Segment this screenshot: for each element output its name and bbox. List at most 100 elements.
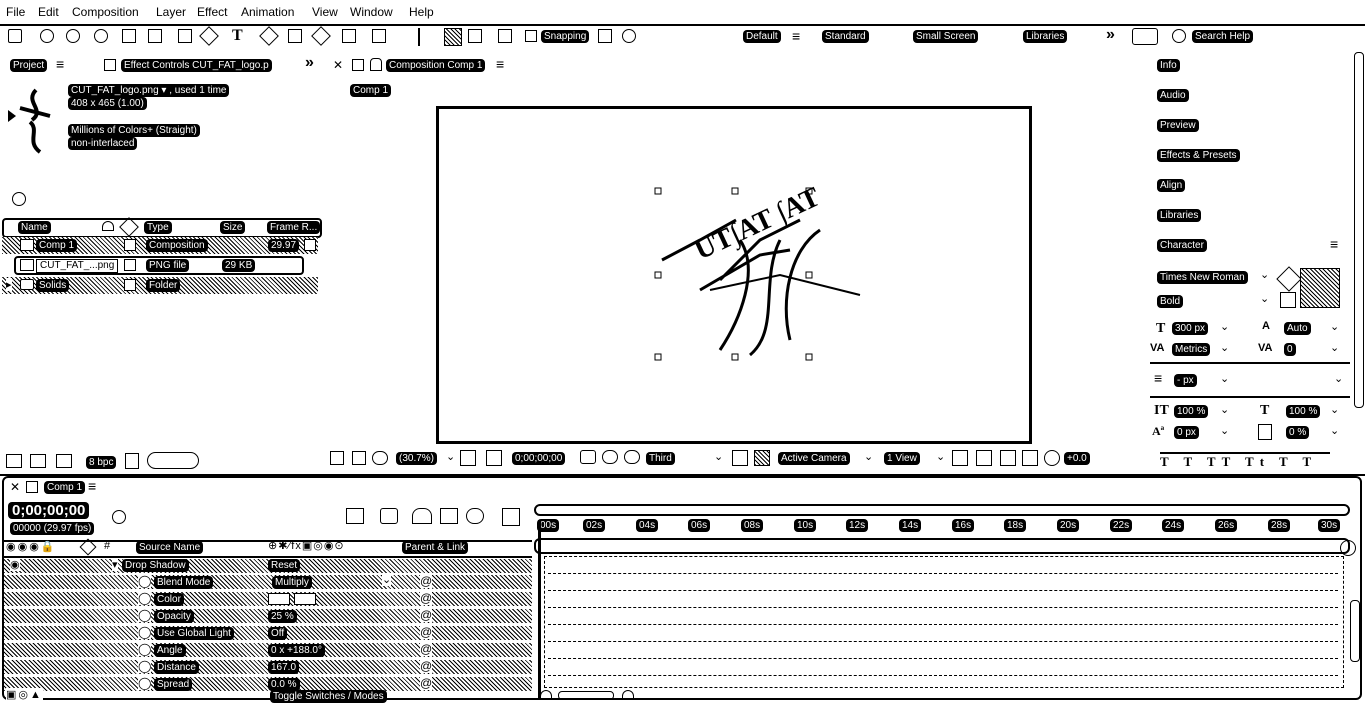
vertical-scale-value[interactable]: 100 % bbox=[1174, 405, 1209, 418]
exposure-value[interactable]: +0.0 bbox=[1064, 452, 1090, 465]
tab-project[interactable]: Project bbox=[10, 59, 48, 72]
project-scroll-slider[interactable] bbox=[147, 452, 199, 469]
sync-settings-icon[interactable] bbox=[1132, 28, 1158, 45]
close-tab-icon[interactable]: ✕ bbox=[333, 58, 343, 72]
stopwatch-icon[interactable]: ◯ bbox=[138, 659, 152, 673]
timeline-zoom-slider[interactable] bbox=[558, 691, 614, 700]
menu-help[interactable]: Help bbox=[409, 5, 434, 19]
timeline-current-time[interactable]: 0;00;00;00 bbox=[8, 502, 90, 519]
pickwhip-icon[interactable]: @ bbox=[420, 574, 433, 588]
timeline-scrollbar[interactable] bbox=[1350, 600, 1360, 662]
timeline-menu-icon[interactable]: ≡ bbox=[88, 478, 96, 494]
snapping-checkbox[interactable] bbox=[525, 30, 537, 42]
tracking-value[interactable]: 0 bbox=[1284, 343, 1296, 356]
stopwatch-icon[interactable]: ◯ bbox=[138, 676, 152, 690]
clone-stamp-tool-icon[interactable] bbox=[288, 29, 302, 43]
snapshot-camera-icon[interactable] bbox=[580, 450, 596, 464]
flowchart-icon[interactable] bbox=[1022, 450, 1038, 466]
snapping-label[interactable]: Snapping bbox=[541, 30, 590, 43]
property-row[interactable] bbox=[4, 575, 532, 589]
layer-switches-icons[interactable]: ⊕✱⁄fx▣◎◉⊙ bbox=[268, 539, 345, 552]
trash-icon[interactable] bbox=[125, 453, 139, 469]
chevron-down-icon[interactable]: ⌄ bbox=[1220, 403, 1229, 416]
menu-animation[interactable]: Animation bbox=[241, 5, 294, 19]
row-name[interactable]: CUT_FAT_...png bbox=[36, 259, 119, 273]
menu-window[interactable]: Window bbox=[350, 5, 393, 19]
pickwhip-icon[interactable]: @ bbox=[420, 642, 433, 656]
brush-tool-icon[interactable] bbox=[259, 26, 279, 46]
type-tool-icon[interactable]: T bbox=[232, 27, 243, 45]
tab-effect-controls[interactable]: Effect Controls CUT_FAT_logo.p bbox=[121, 59, 272, 72]
time-ruler[interactable]: 00s 02s 04s 06s 08s 10s 12s 14s 16s 18s … bbox=[534, 516, 1350, 536]
tsume-value[interactable]: 0 % bbox=[1286, 426, 1310, 439]
col-parent-link[interactable]: Parent & Link bbox=[402, 541, 469, 554]
vr-icon[interactable] bbox=[352, 451, 366, 465]
menu-layer[interactable]: Layer bbox=[156, 5, 186, 19]
workspace-small-screen[interactable]: Small Screen bbox=[913, 30, 979, 43]
panel-align[interactable]: Align bbox=[1157, 179, 1186, 192]
zoom-out-icon[interactable] bbox=[540, 690, 552, 700]
toggle-switches-modes[interactable]: Toggle Switches / Modes bbox=[270, 690, 387, 703]
col-source-name[interactable]: Source Name bbox=[136, 541, 204, 554]
pickwhip-icon[interactable]: @ bbox=[420, 625, 433, 639]
bit-depth-button[interactable]: 8 bpc bbox=[86, 456, 117, 469]
fill-stroke-swatches[interactable] bbox=[1300, 268, 1340, 308]
reset-exposure-icon[interactable] bbox=[1044, 450, 1060, 466]
comp-breadcrumb[interactable]: Comp 1 bbox=[350, 84, 392, 97]
work-area-bar[interactable] bbox=[534, 504, 1350, 516]
pickwhip-icon[interactable]: @ bbox=[420, 608, 433, 622]
leading-value[interactable]: Auto bbox=[1284, 322, 1311, 335]
always-preview-icon[interactable] bbox=[330, 451, 344, 465]
close-tab-icon[interactable]: ✕ bbox=[10, 480, 20, 494]
keyframe-area[interactable] bbox=[544, 556, 1344, 688]
search-help-field[interactable]: Search Help bbox=[1192, 30, 1254, 43]
pickwhip-icon[interactable]: @ bbox=[420, 676, 433, 690]
chevron-down-icon[interactable]: ⌄ bbox=[1220, 320, 1229, 333]
playhead[interactable] bbox=[538, 520, 541, 698]
font-style-select[interactable]: Bold bbox=[1157, 295, 1184, 308]
chevron-down-icon[interactable]: ⌄ bbox=[1330, 403, 1339, 416]
color-swatch[interactable] bbox=[268, 593, 290, 605]
new-comp-icon[interactable] bbox=[56, 454, 72, 468]
camera-tool-icon[interactable] bbox=[122, 29, 136, 43]
new-folder-icon[interactable] bbox=[30, 454, 46, 468]
number-col-icon[interactable]: # bbox=[104, 540, 110, 552]
view-axis-icon[interactable] bbox=[498, 29, 512, 43]
menu-effect[interactable]: Effect bbox=[197, 5, 227, 19]
label-swatch[interactable] bbox=[124, 259, 136, 271]
timeline-icon[interactable] bbox=[1000, 450, 1016, 466]
eyedropper-icon[interactable] bbox=[1276, 266, 1302, 292]
stopwatch-icon[interactable]: ◯ bbox=[138, 591, 152, 605]
rectangle-tool-icon[interactable] bbox=[178, 29, 192, 43]
chevron-down-icon[interactable]: ⌄ bbox=[382, 573, 392, 586]
chevron-down-icon[interactable]: ⌄ bbox=[1220, 341, 1229, 354]
grid-guide-icon[interactable] bbox=[460, 450, 476, 466]
property-value[interactable]: 25 % bbox=[268, 610, 297, 623]
color-eyedropper[interactable] bbox=[294, 593, 316, 605]
col-name[interactable]: Name bbox=[18, 221, 51, 234]
asset-name[interactable]: CUT_FAT_logo.png ▾ , used 1 time bbox=[68, 84, 230, 97]
selection-tool-icon[interactable] bbox=[8, 29, 22, 43]
property-value[interactable]: Off bbox=[268, 627, 288, 640]
font-family-select[interactable]: Times New Roman bbox=[1157, 271, 1248, 284]
roto-brush-tool-icon[interactable] bbox=[342, 29, 356, 43]
color-icon[interactable] bbox=[624, 450, 640, 464]
views-select[interactable]: 1 View bbox=[884, 452, 920, 465]
draft-3d-icon[interactable] bbox=[380, 508, 398, 524]
stroke-width-value[interactable]: - px bbox=[1174, 374, 1197, 387]
shy-layers-icon[interactable] bbox=[412, 508, 432, 524]
comp-menu-icon[interactable]: ≡ bbox=[496, 56, 504, 72]
zoom-select[interactable]: (30.7%) bbox=[396, 452, 438, 465]
timeline-bottom-icons[interactable]: ▣◎▲ bbox=[6, 688, 43, 701]
zoom-in-icon[interactable] bbox=[622, 690, 634, 700]
eraser-tool-icon[interactable] bbox=[311, 26, 331, 46]
workspace-menu-icon[interactable]: ≡ bbox=[792, 28, 800, 44]
stroke-swatch[interactable] bbox=[1280, 292, 1296, 308]
label-swatch[interactable] bbox=[124, 239, 136, 251]
av-switches-icons[interactable]: ◉◉◉🔒 bbox=[6, 540, 57, 553]
stopwatch-icon[interactable]: ◯ bbox=[138, 574, 152, 588]
col-frame-rate[interactable]: Frame R... bbox=[267, 221, 321, 234]
layer-search-icon[interactable] bbox=[112, 510, 126, 524]
stopwatch-icon[interactable]: ◯ bbox=[138, 625, 152, 639]
menu-file[interactable]: File bbox=[6, 5, 25, 19]
